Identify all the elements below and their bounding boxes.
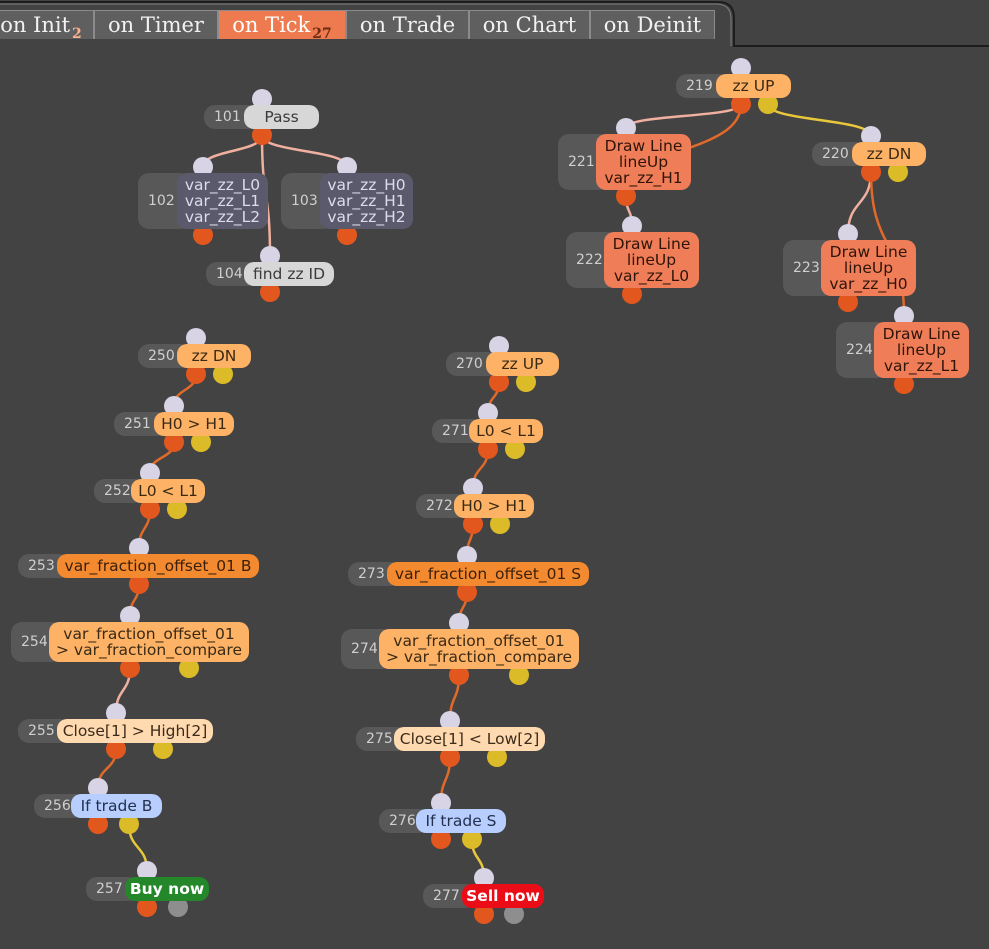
node-label-line: var_fraction_offset_01 S	[394, 565, 582, 583]
node-label-line: var_fraction_offset_01 B	[64, 557, 252, 575]
wire-219-220	[766, 103, 873, 137]
node-label[interactable]: Draw Line lineUp var_zz_L1	[874, 322, 969, 378]
node-label-line: var_zz_H1	[327, 192, 406, 210]
tab-on-timer[interactable]: on Timer	[94, 10, 218, 39]
node-label-line: Close[1] > High[2]	[62, 722, 208, 740]
node-label-line: Close[1] < Low[2]	[399, 730, 540, 748]
node-label-line: var_zz_H2	[327, 208, 406, 226]
node-label[interactable]: find zz ID	[244, 262, 334, 286]
node-label-line: zz DN	[191, 347, 237, 365]
node-label-line: If trade B	[80, 797, 153, 815]
node-label-line: zz DN	[866, 145, 912, 163]
node-label[interactable]: zz DN	[177, 344, 251, 368]
tab-on-trade[interactable]: on Trade	[346, 10, 469, 39]
node-label-line: var_zz_H0	[327, 176, 406, 194]
node-label-line: Draw Line	[604, 137, 683, 155]
tab-on-tick[interactable]: on Tick 27	[218, 10, 346, 42]
tab-count-badge: 2	[72, 26, 82, 42]
node-label-line: Buy now	[129, 880, 205, 898]
tab-label: on Deinit	[603, 13, 702, 37]
tab-on-init[interactable]: on Init 2	[0, 10, 94, 42]
node-canvas[interactable]: 101 Pass 102 var_zz_L0 var_zz_L1 var_zz_L2 103…	[0, 0, 989, 949]
tab-label: on Chart	[482, 13, 577, 37]
tab-on-chart[interactable]: on Chart	[469, 10, 590, 39]
node-label-line: var_zz_L1	[184, 192, 261, 210]
tab-on-deinit[interactable]: on Deinit	[590, 10, 715, 39]
node-label[interactable]: H0 > H1	[454, 494, 534, 518]
node-label-line: lineUp	[626, 251, 677, 269]
node-label-line: Pass	[264, 108, 299, 126]
node-label-line: H0 > H1	[161, 415, 227, 433]
node-label[interactable]: Draw Line lineUp var_zz_L0	[604, 232, 699, 288]
wire-219-221a	[624, 103, 743, 129]
tab-label: on Timer	[108, 13, 204, 37]
node-label[interactable]: var_fraction_offset_01 S	[387, 562, 589, 586]
node-label-line: zz UP	[501, 355, 544, 373]
node-label[interactable]: Buy now	[125, 877, 209, 901]
node-label[interactable]: var_zz_H0 var_zz_H1 var_zz_H2	[320, 173, 413, 229]
node-label-line: > var_fraction_compare	[55, 641, 242, 659]
node-label-line: var_zz_L2	[184, 208, 261, 226]
node-label[interactable]: zz UP	[486, 352, 559, 376]
node-label[interactable]: Draw Line lineUp var_zz_H1	[596, 134, 691, 190]
node-label-line: zz UP	[732, 77, 775, 95]
node-label[interactable]: zz DN	[852, 142, 926, 166]
node-label-line: var_zz_L0	[184, 176, 261, 194]
node-label-line: var_fraction_offset_01	[63, 625, 235, 643]
node-label[interactable]: L0 < L1	[469, 419, 543, 443]
node-label[interactable]: Draw Line lineUp var_zz_H0	[821, 240, 916, 296]
node-label-line: lineUp	[618, 153, 669, 171]
node-label-line: > var_fraction_compare	[385, 648, 572, 666]
node-label[interactable]: var_zz_L0 var_zz_L1 var_zz_L2	[177, 173, 268, 229]
node-label[interactable]: var_fraction_offset_01 > var_fraction_com…	[379, 629, 579, 669]
node-label-line: Draw Line	[612, 235, 691, 253]
node-label[interactable]: zz UP	[716, 74, 791, 98]
event-tab-bar: on Init 2 on Timer on Tick 27 on Trade on Char…	[0, 0, 989, 48]
node-label-line: var_fraction_offset_01	[393, 632, 565, 650]
node-label-line: If trade S	[425, 812, 497, 830]
node-label-line: var_zz_L1	[883, 357, 960, 375]
tab-label: on Trade	[359, 13, 456, 37]
node-label-line: H0 > H1	[461, 497, 527, 515]
node-label-line: find zz ID	[252, 265, 326, 283]
node-label-line: var_zz_L0	[613, 267, 690, 285]
node-label-line: lineUp	[896, 341, 947, 359]
node-label[interactable]: Pass	[244, 105, 319, 129]
tab-label: on Init	[0, 13, 71, 37]
tab-label: on Tick	[232, 13, 311, 37]
node-label-line: lineUp	[843, 259, 894, 277]
node-label-line: var_zz_H0	[829, 275, 908, 293]
node-label[interactable]: Close[1] > High[2]	[57, 719, 213, 743]
node-label-line: L0 < L1	[138, 482, 198, 500]
node-label[interactable]: Sell now	[462, 884, 544, 908]
node-label[interactable]: L0 < L1	[131, 479, 205, 503]
node-label[interactable]: var_fraction_offset_01 > var_fraction_com…	[49, 622, 249, 662]
node-label[interactable]: H0 > H1	[154, 412, 234, 436]
node-label-line: Draw Line	[829, 243, 908, 261]
node-label-line: L0 < L1	[476, 422, 536, 440]
node-label[interactable]: Close[1] < Low[2]	[394, 727, 545, 751]
node-label-line: Sell now	[466, 887, 540, 905]
wire-101-103	[260, 134, 349, 168]
node-label[interactable]: If trade B	[71, 794, 162, 818]
node-label-line: var_zz_H1	[604, 169, 683, 187]
node-label-line: Draw Line	[882, 325, 961, 343]
node-label[interactable]: var_fraction_offset_01 B	[57, 554, 259, 578]
tab-count-badge: 27	[312, 26, 332, 42]
node-label[interactable]: If trade S	[416, 809, 506, 833]
